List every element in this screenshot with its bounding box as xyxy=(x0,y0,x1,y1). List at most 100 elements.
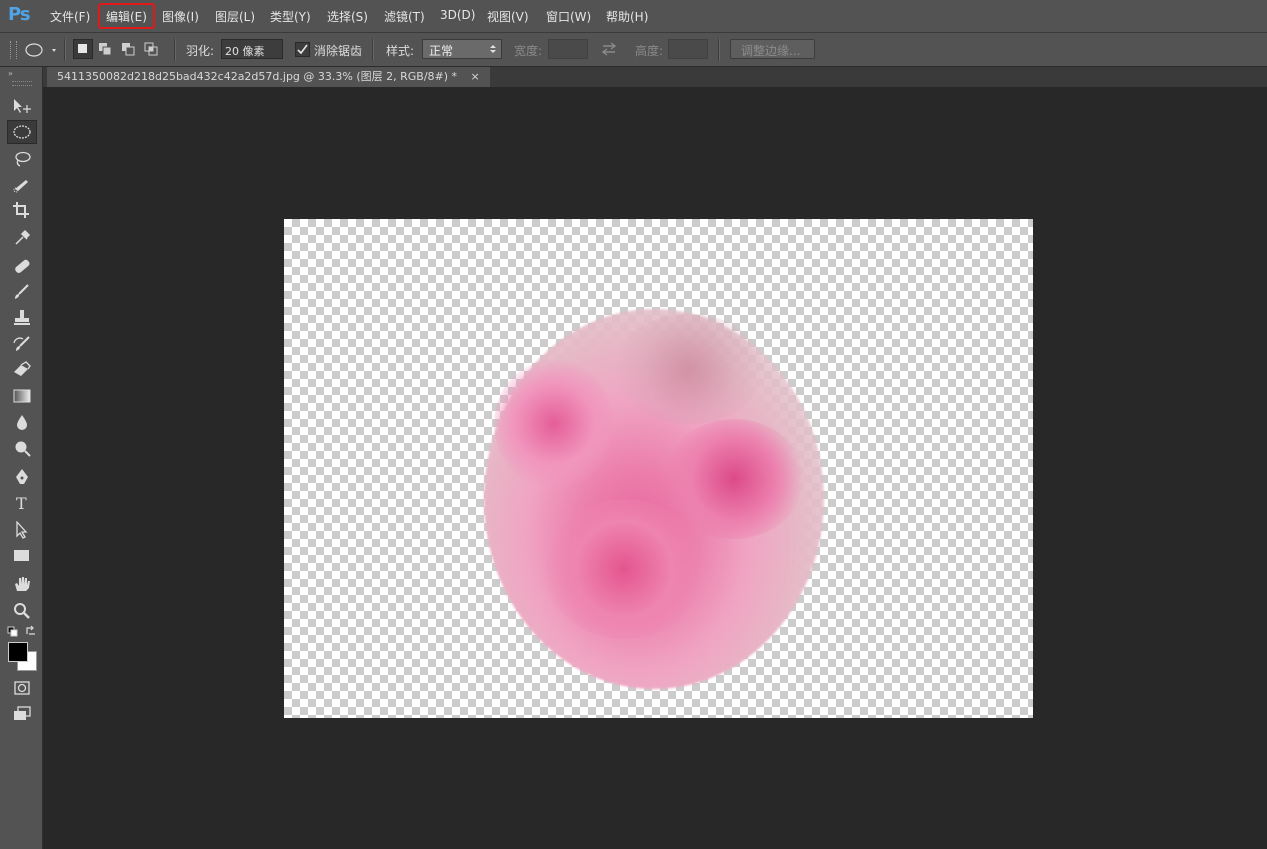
checkmark-icon xyxy=(297,44,308,55)
menu-view[interactable]: 视图(V) xyxy=(487,8,529,25)
dodge-icon xyxy=(15,441,31,457)
width-input[interactable] xyxy=(548,39,588,59)
quick-selection-tool[interactable] xyxy=(7,173,37,197)
hand-icon xyxy=(15,577,30,591)
swap-colors-button[interactable] xyxy=(25,625,37,640)
default-colors-button[interactable] xyxy=(7,626,19,641)
height-label: 高度: xyxy=(635,44,664,58)
menu-3d[interactable]: 3D(D) xyxy=(440,8,475,22)
menu-help[interactable]: 帮助(H) xyxy=(606,8,648,25)
flower-bloom-lower xyxy=(544,499,704,639)
hand-tool[interactable] xyxy=(7,572,37,596)
menu-edit-highlight xyxy=(98,3,155,29)
type-tool[interactable]: T xyxy=(7,491,37,515)
options-separator xyxy=(718,39,720,61)
options-separator xyxy=(64,39,66,61)
ellipse-marquee-icon xyxy=(13,125,31,139)
swap-arrows-icon xyxy=(601,42,617,56)
options-grip xyxy=(10,41,17,59)
lasso-tool[interactable] xyxy=(7,147,37,171)
quick-mask-button[interactable] xyxy=(7,676,37,700)
subtract-from-selection-button[interactable] xyxy=(119,39,139,59)
antialias-checkbox[interactable] xyxy=(295,42,310,57)
menu-layer[interactable]: 图层(L) xyxy=(215,8,255,25)
foreground-color-swatch[interactable] xyxy=(8,642,28,662)
pen-tool[interactable] xyxy=(7,465,37,489)
document-tab[interactable]: 5411350082d218d25bad432c42a2d57d.jpg @ 3… xyxy=(47,67,490,87)
type-icon: T xyxy=(16,494,27,512)
intersect-selection-button[interactable] xyxy=(142,39,162,59)
blur-tool[interactable] xyxy=(7,410,37,434)
options-bar: 羽化: 20 像素 消除锯齿 样式: 正常 宽度: 高度: 调整边缘... xyxy=(0,33,1267,67)
rectangle-tool[interactable] xyxy=(7,544,37,568)
history-brush-icon xyxy=(13,336,30,351)
photoshop-logo: Ps xyxy=(8,4,31,25)
screen-mode-button[interactable] xyxy=(7,702,37,726)
stamp-icon xyxy=(14,310,30,325)
menu-bar: Ps 文件(F) 编辑(E) 图像(I) 图层(L) 类型(Y) 选择(S) 滤… xyxy=(0,0,1267,33)
zoom-tool[interactable] xyxy=(7,598,37,622)
quick-mask-icon xyxy=(14,681,30,695)
new-selection-icon xyxy=(78,44,87,53)
flower-bloom-right xyxy=(664,419,804,539)
swap-colors-icon xyxy=(26,625,35,635)
width-label: 宽度: xyxy=(514,44,543,58)
menu-file[interactable]: 文件(F) xyxy=(50,8,90,25)
screen-mode-icon xyxy=(14,706,31,720)
pen-icon xyxy=(16,469,28,484)
water-drop-icon xyxy=(17,415,27,430)
height-input[interactable] xyxy=(668,39,708,59)
eraser-tool[interactable] xyxy=(7,357,37,381)
tool-preset-picker[interactable] xyxy=(24,41,60,62)
path-selection-tool[interactable] xyxy=(7,518,37,542)
gradient-icon xyxy=(13,389,31,403)
antialias-label: 消除锯齿 xyxy=(314,44,363,58)
style-select[interactable]: 正常 xyxy=(422,39,502,59)
feather-label: 羽化: xyxy=(186,44,215,58)
crop-icon xyxy=(13,202,29,218)
menu-filter[interactable]: 滤镜(T) xyxy=(384,8,425,25)
style-select-value: 正常 xyxy=(429,44,454,58)
healing-brush-tool[interactable] xyxy=(7,254,37,278)
move-tool[interactable] xyxy=(7,94,37,118)
dodge-tool[interactable] xyxy=(7,436,37,460)
path-selection-icon xyxy=(16,521,28,539)
quick-selection-icon xyxy=(13,180,28,193)
collapse-panel-icon[interactable]: » xyxy=(8,69,13,78)
swap-dimensions-button[interactable] xyxy=(600,41,618,60)
add-to-selection-button[interactable] xyxy=(96,39,116,59)
style-label: 样式: xyxy=(386,44,415,58)
new-selection-button[interactable] xyxy=(73,39,93,59)
zoom-icon xyxy=(14,603,30,619)
eyedropper-icon xyxy=(15,229,31,245)
add-selection-icon xyxy=(99,43,112,56)
subtract-selection-icon xyxy=(122,43,135,56)
feather-input[interactable]: 20 像素 xyxy=(221,39,283,59)
close-tab-icon[interactable]: × xyxy=(471,70,480,83)
lasso-icon xyxy=(15,151,31,167)
gradient-tool[interactable] xyxy=(7,384,37,408)
intersect-selection-icon xyxy=(144,42,158,56)
bandage-icon xyxy=(15,259,30,273)
elliptical-marquee-tool[interactable] xyxy=(7,120,37,144)
options-separator xyxy=(372,39,374,61)
crop-tool[interactable] xyxy=(7,198,37,222)
menu-type[interactable]: 类型(Y) xyxy=(270,8,311,25)
ellipse-marquee-preset-icon xyxy=(25,43,56,57)
menu-image[interactable]: 图像(I) xyxy=(162,8,199,25)
brush-icon xyxy=(15,284,29,299)
refine-edge-button[interactable]: 调整边缘... xyxy=(730,39,815,59)
brush-tool[interactable] xyxy=(7,280,37,304)
eyedropper-tool[interactable] xyxy=(7,225,37,249)
history-brush-tool[interactable] xyxy=(7,332,37,356)
eraser-icon xyxy=(14,361,31,376)
svg-text:T: T xyxy=(16,494,27,512)
document-tab-strip: 5411350082d218d25bad432c42a2d57d.jpg @ 3… xyxy=(43,67,1267,87)
document-canvas[interactable] xyxy=(284,219,1033,718)
clone-stamp-tool[interactable] xyxy=(7,306,37,330)
flower-texture-top xyxy=(614,314,764,424)
flower-bloom-left xyxy=(494,359,614,489)
menu-select[interactable]: 选择(S) xyxy=(327,8,368,25)
menu-window[interactable]: 窗口(W) xyxy=(546,8,591,25)
tools-grip xyxy=(12,81,32,86)
